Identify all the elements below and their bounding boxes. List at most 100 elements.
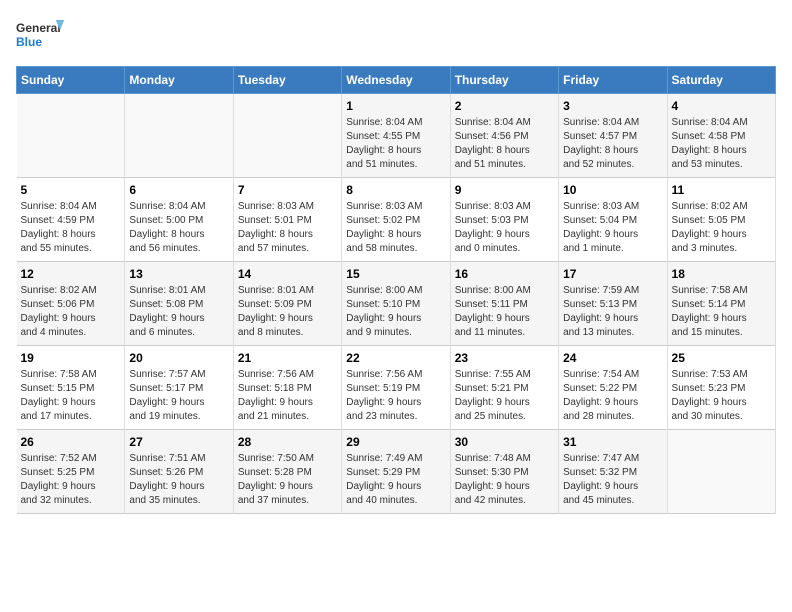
weekday-header-wednesday: Wednesday: [342, 67, 450, 94]
calendar-day-2: 2 Sunrise: 8:04 AM Sunset: 4:56 PM Daylig…: [450, 94, 558, 178]
day-info: Sunrise: 8:04 AM Sunset: 4:58 PM Dayligh…: [672, 116, 771, 172]
calendar-week-row: 12 Sunrise: 8:02 AM Sunset: 5:06 PM Dayli…: [17, 262, 776, 346]
day-number: 28: [238, 435, 337, 449]
day-number: 20: [129, 351, 228, 365]
day-info: Sunrise: 7:49 AM Sunset: 5:29 PM Dayligh…: [346, 452, 445, 508]
day-number: 3: [563, 99, 662, 113]
calendar-table: SundayMondayTuesdayWednesdayThursdayFrid…: [16, 66, 776, 514]
day-info: Sunrise: 8:04 AM Sunset: 4:59 PM Dayligh…: [21, 200, 121, 256]
day-number: 11: [672, 183, 771, 197]
day-info: Sunrise: 7:56 AM Sunset: 5:19 PM Dayligh…: [346, 368, 445, 424]
calendar-day-16: 16 Sunrise: 8:00 AM Sunset: 5:11 PM Dayli…: [450, 262, 558, 346]
day-number: 29: [346, 435, 445, 449]
calendar-day-5: 5 Sunrise: 8:04 AM Sunset: 4:59 PM Daylig…: [17, 178, 125, 262]
day-info: Sunrise: 7:56 AM Sunset: 5:18 PM Dayligh…: [238, 368, 337, 424]
day-number: 27: [129, 435, 228, 449]
day-info: Sunrise: 7:52 AM Sunset: 5:25 PM Dayligh…: [21, 452, 121, 508]
day-info: Sunrise: 8:00 AM Sunset: 5:10 PM Dayligh…: [346, 284, 445, 340]
day-info: Sunrise: 8:04 AM Sunset: 4:56 PM Dayligh…: [455, 116, 554, 172]
day-number: 26: [21, 435, 121, 449]
weekday-header-thursday: Thursday: [450, 67, 558, 94]
day-number: 24: [563, 351, 662, 365]
calendar-day-17: 17 Sunrise: 7:59 AM Sunset: 5:13 PM Dayli…: [559, 262, 667, 346]
day-info: Sunrise: 7:51 AM Sunset: 5:26 PM Dayligh…: [129, 452, 228, 508]
calendar-day-18: 18Sunrise: 7:58 AM Sunset: 5:14 PM Dayli…: [667, 262, 775, 346]
empty-day-cell: [125, 94, 233, 178]
calendar-day-31: 31 Sunrise: 7:47 AM Sunset: 5:32 PM Dayli…: [559, 430, 667, 514]
calendar-day-20: 20 Sunrise: 7:57 AM Sunset: 5:17 PM Dayli…: [125, 346, 233, 430]
day-number: 22: [346, 351, 445, 365]
calendar-day-14: 14 Sunrise: 8:01 AM Sunset: 5:09 PM Dayli…: [233, 262, 341, 346]
day-number: 17: [563, 267, 662, 281]
day-number: 14: [238, 267, 337, 281]
day-info: Sunrise: 8:03 AM Sunset: 5:03 PM Dayligh…: [455, 200, 554, 256]
day-number: 18: [672, 267, 771, 281]
weekday-header-tuesday: Tuesday: [233, 67, 341, 94]
day-number: 2: [455, 99, 554, 113]
weekday-header-sunday: Sunday: [17, 67, 125, 94]
calendar-day-13: 13Sunrise: 8:01 AM Sunset: 5:08 PM Dayli…: [125, 262, 233, 346]
day-info: Sunrise: 8:04 AM Sunset: 4:55 PM Dayligh…: [346, 116, 445, 172]
day-number: 31: [563, 435, 662, 449]
calendar-day-10: 10Sunrise: 8:03 AM Sunset: 5:04 PM Dayli…: [559, 178, 667, 262]
calendar-day-29: 29 Sunrise: 7:49 AM Sunset: 5:29 PM Dayli…: [342, 430, 450, 514]
weekday-header-row: SundayMondayTuesdayWednesdayThursdayFrid…: [17, 67, 776, 94]
empty-day-cell: [17, 94, 125, 178]
calendar-week-row: 5 Sunrise: 8:04 AM Sunset: 4:59 PM Daylig…: [17, 178, 776, 262]
day-number: 12: [21, 267, 121, 281]
day-info: Sunrise: 7:54 AM Sunset: 5:22 PM Dayligh…: [563, 368, 662, 424]
calendar-day-3: 3 Sunrise: 8:04 AM Sunset: 4:57 PM Daylig…: [559, 94, 667, 178]
weekday-header-friday: Friday: [559, 67, 667, 94]
day-info: Sunrise: 7:59 AM Sunset: 5:13 PM Dayligh…: [563, 284, 662, 340]
day-number: 23: [455, 351, 554, 365]
day-number: 4: [672, 99, 771, 113]
calendar-day-25: 25 Sunrise: 7:53 AM Sunset: 5:23 PM Dayli…: [667, 346, 775, 430]
day-info: Sunrise: 8:03 AM Sunset: 5:04 PM Dayligh…: [563, 200, 662, 256]
calendar-day-7: 7 Sunrise: 8:03 AM Sunset: 5:01 PM Daylig…: [233, 178, 341, 262]
day-info: Sunrise: 8:04 AM Sunset: 4:57 PM Dayligh…: [563, 116, 662, 172]
calendar-day-26: 26 Sunrise: 7:52 AM Sunset: 5:25 PM Dayli…: [17, 430, 125, 514]
day-number: 16: [455, 267, 554, 281]
calendar-day-9: 9Sunrise: 8:03 AM Sunset: 5:03 PM Daylig…: [450, 178, 558, 262]
day-number: 5: [21, 183, 121, 197]
day-info: Sunrise: 7:47 AM Sunset: 5:32 PM Dayligh…: [563, 452, 662, 508]
day-info: Sunrise: 7:53 AM Sunset: 5:23 PM Dayligh…: [672, 368, 771, 424]
logo: General Blue: [16, 16, 66, 56]
day-number: 15: [346, 267, 445, 281]
day-number: 25: [672, 351, 771, 365]
day-number: 21: [238, 351, 337, 365]
calendar-day-12: 12 Sunrise: 8:02 AM Sunset: 5:06 PM Dayli…: [17, 262, 125, 346]
svg-text:Blue: Blue: [16, 35, 42, 49]
calendar-day-22: 22 Sunrise: 7:56 AM Sunset: 5:19 PM Dayli…: [342, 346, 450, 430]
calendar-day-8: 8 Sunrise: 8:03 AM Sunset: 5:02 PM Daylig…: [342, 178, 450, 262]
calendar-day-6: 6 Sunrise: 8:04 AM Sunset: 5:00 PM Daylig…: [125, 178, 233, 262]
day-number: 7: [238, 183, 337, 197]
day-info: Sunrise: 7:48 AM Sunset: 5:30 PM Dayligh…: [455, 452, 554, 508]
day-info: Sunrise: 7:57 AM Sunset: 5:17 PM Dayligh…: [129, 368, 228, 424]
day-info: Sunrise: 8:03 AM Sunset: 5:01 PM Dayligh…: [238, 200, 337, 256]
calendar-week-row: 19Sunrise: 7:58 AM Sunset: 5:15 PM Dayli…: [17, 346, 776, 430]
day-info: Sunrise: 8:03 AM Sunset: 5:02 PM Dayligh…: [346, 200, 445, 256]
day-info: Sunrise: 8:04 AM Sunset: 5:00 PM Dayligh…: [129, 200, 228, 256]
calendar-day-21: 21 Sunrise: 7:56 AM Sunset: 5:18 PM Dayli…: [233, 346, 341, 430]
calendar-day-11: 11 Sunrise: 8:02 AM Sunset: 5:05 PM Dayli…: [667, 178, 775, 262]
calendar-day-15: 15 Sunrise: 8:00 AM Sunset: 5:10 PM Dayli…: [342, 262, 450, 346]
day-number: 8: [346, 183, 445, 197]
day-info: Sunrise: 8:02 AM Sunset: 5:06 PM Dayligh…: [21, 284, 121, 340]
day-info: Sunrise: 7:55 AM Sunset: 5:21 PM Dayligh…: [455, 368, 554, 424]
calendar-week-row: 26 Sunrise: 7:52 AM Sunset: 5:25 PM Dayli…: [17, 430, 776, 514]
weekday-header-saturday: Saturday: [667, 67, 775, 94]
day-info: Sunrise: 8:00 AM Sunset: 5:11 PM Dayligh…: [455, 284, 554, 340]
day-number: 13: [129, 267, 228, 281]
calendar-week-row: 1Sunrise: 8:04 AM Sunset: 4:55 PM Daylig…: [17, 94, 776, 178]
calendar-day-28: 28Sunrise: 7:50 AM Sunset: 5:28 PM Dayli…: [233, 430, 341, 514]
calendar-day-27: 27 Sunrise: 7:51 AM Sunset: 5:26 PM Dayli…: [125, 430, 233, 514]
calendar-day-4: 4 Sunrise: 8:04 AM Sunset: 4:58 PM Daylig…: [667, 94, 775, 178]
weekday-header-monday: Monday: [125, 67, 233, 94]
calendar-day-19: 19Sunrise: 7:58 AM Sunset: 5:15 PM Dayli…: [17, 346, 125, 430]
day-number: 6: [129, 183, 228, 197]
empty-day-cell: [667, 430, 775, 514]
day-info: Sunrise: 8:01 AM Sunset: 5:09 PM Dayligh…: [238, 284, 337, 340]
day-info: Sunrise: 8:02 AM Sunset: 5:05 PM Dayligh…: [672, 200, 771, 256]
calendar-day-24: 24 Sunrise: 7:54 AM Sunset: 5:22 PM Dayli…: [559, 346, 667, 430]
